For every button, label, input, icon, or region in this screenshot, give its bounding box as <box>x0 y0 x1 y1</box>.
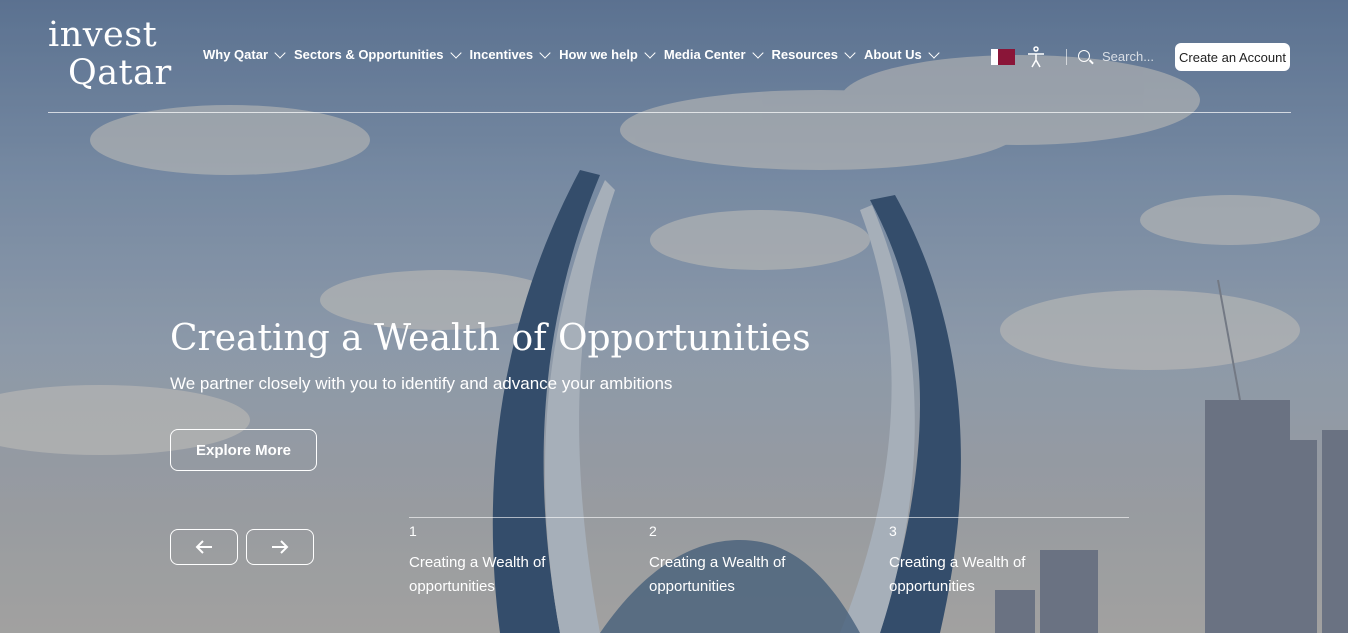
logo-line-1: invest <box>48 15 158 55</box>
hero-section: invest Qatar Why Qatar Sectors & Opportu… <box>0 0 1348 633</box>
header-divider-line <box>48 112 1291 113</box>
nav-item-resources[interactable]: Resources <box>771 46 856 62</box>
accessibility-icon[interactable] <box>1026 46 1046 68</box>
invest-qatar-logo[interactable]: invest Qatar <box>48 16 172 92</box>
search-icon[interactable] <box>1078 50 1090 62</box>
nav-item-sectors-opportunities[interactable]: Sectors & Opportunities <box>294 46 462 62</box>
arrow-left-icon <box>195 540 212 554</box>
explore-more-button[interactable]: Explore More <box>170 429 317 471</box>
nav-item-label: About Us <box>864 47 922 62</box>
slide-caption: Creating a Wealth of opportunities <box>889 554 1026 595</box>
qatar-flag-icon[interactable] <box>991 49 1015 65</box>
chevron-down-icon <box>751 46 764 59</box>
nav-item-label: Media Center <box>663 47 746 62</box>
logo-line-2: Qatar <box>68 53 172 93</box>
nav-item-how-we-help[interactable]: How we help <box>559 46 656 62</box>
slide-caption: Creating a Wealth of opportunities <box>649 554 786 595</box>
nav-item-incentives[interactable]: Incentives <box>469 46 551 62</box>
slide-caption: Creating a Wealth of opportunities <box>409 554 546 595</box>
nav-item-label: How we help <box>559 47 638 62</box>
chevron-down-icon <box>274 46 286 59</box>
slide-number: 1 <box>409 523 417 539</box>
nav-item-label: Incentives <box>469 47 534 62</box>
nav-item-label: Resources <box>771 47 838 62</box>
arrow-right-icon <box>272 540 289 554</box>
slide-indicators: 1 Creating a Wealth of opportunities 2 C… <box>409 517 1129 599</box>
chevron-down-icon <box>644 46 656 59</box>
chevron-down-icon <box>928 46 940 59</box>
search-input[interactable] <box>1100 48 1164 65</box>
slide-number: 3 <box>889 523 897 539</box>
nav-item-about-us[interactable]: About Us <box>864 46 940 62</box>
main-nav: Why Qatar Sectors & Opportunities Incent… <box>203 46 948 62</box>
slide-tab-2[interactable]: 2 Creating a Wealth of opportunities <box>649 517 889 599</box>
hero-subtitle: We partner closely with you to identify … <box>170 374 673 393</box>
nav-item-why-qatar[interactable]: Why Qatar <box>203 46 286 62</box>
slide-tab-3[interactable]: 3 Creating a Wealth of opportunities <box>889 517 1129 599</box>
chevron-down-icon <box>844 46 856 59</box>
nav-item-label: Sectors & Opportunities <box>294 47 444 62</box>
slide-tab-1[interactable]: 1 Creating a Wealth of opportunities <box>409 517 649 599</box>
nav-item-media-center[interactable]: Media Center <box>663 46 764 62</box>
chevron-down-icon <box>449 46 462 59</box>
chevron-down-icon <box>539 46 551 59</box>
slide-number: 2 <box>649 523 657 539</box>
hero-title: Creating a Wealth of Opportunities <box>170 318 811 359</box>
nav-item-label: Why Qatar <box>203 47 269 62</box>
previous-slide-button[interactable] <box>170 529 238 565</box>
header-divider <box>1066 49 1067 65</box>
next-slide-button[interactable] <box>246 529 314 565</box>
create-account-button[interactable]: Create an Account <box>1175 43 1290 71</box>
